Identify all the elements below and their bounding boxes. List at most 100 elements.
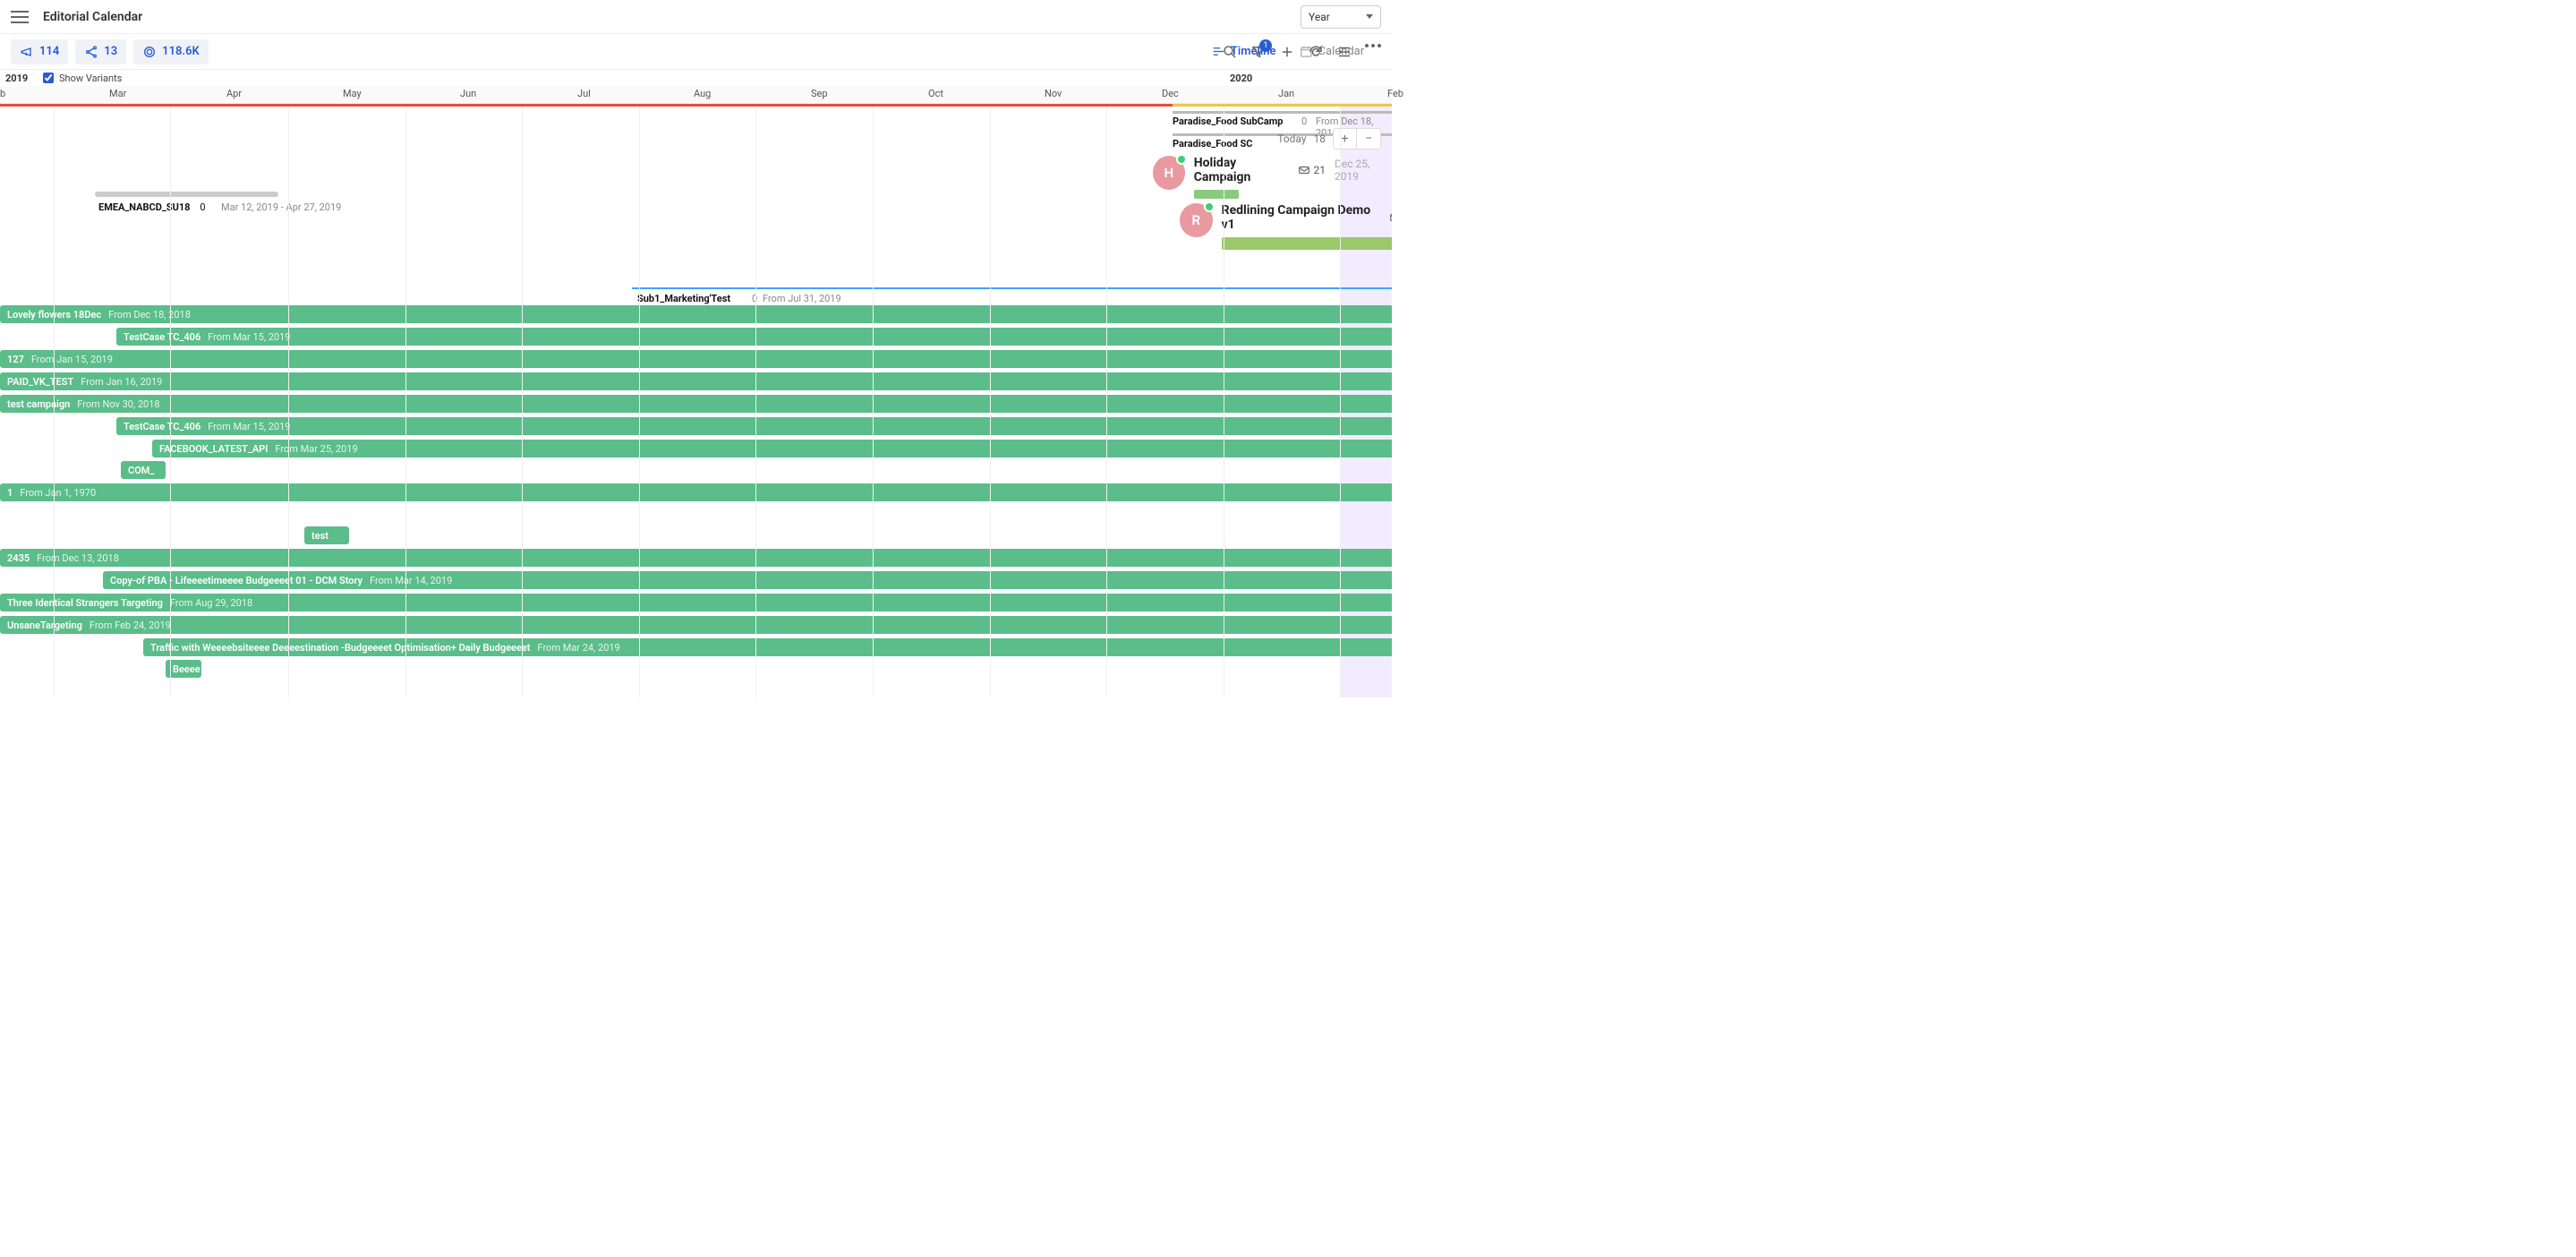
timeline-bar[interactable]: FACEBOOK_LATEST_APIFrom Mar 25, 2019 [152, 440, 1392, 457]
bar-date: From Dec 18, 2018 [108, 309, 191, 321]
grid-line [990, 107, 991, 697]
timeline-bar[interactable]: PAID_VK_TEST From Jan 16, 2019 [0, 372, 1392, 390]
avatar-holiday: H [1153, 156, 1185, 190]
timeline-bar[interactable]: UnsaneTargeting From Feb 24, 2019 [0, 616, 1392, 634]
today-day: 18 [1314, 133, 1326, 145]
more-button[interactable] [1365, 44, 1381, 60]
timeline-bar[interactable]: 1From Jan 1, 1970 [0, 483, 1392, 501]
bar-name: TestCase TC_406 [124, 331, 200, 343]
bar-sub1-range[interactable] [632, 287, 1392, 289]
today-hud: Today 18 + − [1277, 128, 1381, 150]
megaphone-icon [20, 45, 34, 59]
zoom-in-button[interactable]: + [1334, 129, 1357, 149]
timeline-bar[interactable]: TestCase TC_406 From Mar 15, 2019 [116, 328, 1392, 346]
month-label: May [343, 88, 362, 99]
indent-icon [1336, 44, 1352, 60]
stat-reach[interactable]: 118.6K [133, 39, 209, 64]
filter-button[interactable]: 1 [1250, 44, 1267, 60]
year-label-2019: 2019 [0, 73, 28, 84]
indent-button[interactable] [1336, 44, 1352, 60]
tab-calendar[interactable]: Calendar [1289, 39, 1376, 64]
stat-sends[interactable]: 13 [75, 39, 126, 64]
presence-dot [1204, 201, 1215, 212]
year-label-2020: 2020 [1230, 73, 1252, 84]
card-holiday[interactable]: H Holiday Campaign 21 Dec 25, 2019 [1153, 156, 1392, 202]
today-label[interactable]: Today [1277, 133, 1306, 145]
timeline-bar[interactable]: Copy-of PBA - Lifeeeetimeeee Budgeeeet 0… [103, 571, 1392, 589]
view-range-value: Year [1309, 11, 1330, 23]
bar-date: From Feb 24, 2019 [90, 620, 171, 631]
bar-date: From Jan 16, 2019 [81, 376, 162, 388]
timeline-bar[interactable]: TestCase TC_406 From Mar 15, 2019 [116, 417, 1392, 435]
target-icon [142, 45, 157, 59]
refresh-button[interactable] [1308, 44, 1324, 60]
card-redlining[interactable]: R Redlining Campaign Demo v1 [1180, 203, 1392, 253]
card-title-redlining: Redlining Campaign Demo v1 [1222, 203, 1380, 232]
show-variants-toggle[interactable]: Show Variants [43, 73, 122, 84]
zoom-out-button[interactable]: − [1357, 129, 1380, 149]
timeline-canvas[interactable]: EMEA_NABCD_SU18 0 Mar 12, 2019 - Apr 27,… [0, 107, 1392, 697]
month-label: b [0, 88, 5, 99]
bar-name: PAID_VK_TEST [7, 376, 73, 388]
month-label: Feb [1387, 88, 1403, 99]
page-title: Editorial Calendar [43, 10, 142, 24]
timeline-bar[interactable]: Three Identical Strangers Targeting From … [0, 594, 1392, 611]
timeline-bar[interactable]: COM_ [121, 461, 166, 479]
label-sub1: Sub1_Marketing'Test [637, 293, 730, 304]
timeline-bar[interactable]: 127From Jan 15, 2019 [0, 350, 1392, 368]
bar-name: test [311, 530, 328, 542]
timeline-bar[interactable]: Beeee [166, 660, 201, 678]
bar-date: From Dec 13, 2018 [37, 552, 119, 564]
card-title-holiday: Holiday Campaign [1194, 156, 1289, 184]
month-label: Aug [694, 88, 711, 99]
grid-line [873, 107, 874, 697]
bar-name: test campaign [7, 398, 70, 410]
bar-name: Three Identical Strangers Targeting [7, 597, 163, 609]
envelope-count: 21 [1298, 164, 1326, 176]
timeline-bar[interactable]: Traffic with Weeeebsiteeee Deeeestinatio… [143, 638, 1392, 656]
search-icon [1222, 44, 1238, 60]
grid-line [288, 107, 289, 697]
view-range-select[interactable]: Year [1301, 5, 1381, 29]
bar-name: 1 [7, 487, 13, 499]
month-label: Dec [1162, 88, 1179, 99]
bar-name: FACEBOOK_LATEST_API [159, 443, 268, 455]
search-button[interactable] [1222, 44, 1238, 60]
bar-paradise1-range[interactable] [1173, 111, 1392, 114]
add-button[interactable] [1279, 44, 1295, 60]
grid-line [405, 107, 406, 697]
timeline-bar[interactable]: Lovely flowers 18DecFrom Dec 18, 2018 [0, 305, 1392, 323]
bar-date: From Jan 15, 2019 [31, 354, 113, 365]
envelope-icon [1298, 164, 1310, 176]
bar-date: From Mar 24, 2019 [538, 642, 620, 654]
bar-name: TestCase TC_406 [124, 421, 200, 432]
tab-timeline[interactable]: Timeline [1201, 39, 1287, 64]
timeline-bar[interactable]: test campaign From Nov 30, 2018 [0, 395, 1392, 413]
presence-dot [1176, 154, 1187, 165]
grid-line [54, 107, 55, 697]
stat-campaigns[interactable]: 114 [11, 39, 68, 64]
share-icon [84, 45, 98, 59]
bar-emea-range[interactable] [95, 192, 278, 197]
refresh-icon [1308, 44, 1324, 60]
grid-line [639, 107, 640, 697]
show-variants-checkbox[interactable] [43, 73, 54, 83]
timeline-bar[interactable]: 2435 From Dec 13, 2018 [0, 549, 1392, 567]
plus-icon [1279, 44, 1295, 60]
card-date-holiday: Dec 25, 2019 [1335, 158, 1392, 183]
label-emea: EMEA_NABCD_SU18 0 [98, 201, 206, 213]
bar-name: UnsaneTargeting [7, 620, 82, 631]
grid-line [1106, 107, 1107, 697]
bar-name: 2435 [7, 552, 30, 564]
label-paradise1: Paradise_Food SubCamp [1173, 115, 1283, 127]
bar-date: From Mar 15, 2019 [208, 421, 290, 432]
bar-date: From Nov 30, 2018 [77, 398, 159, 410]
month-label: Jul [577, 88, 591, 99]
grid-line [755, 107, 756, 697]
timeline-bar[interactable]: test [304, 526, 349, 544]
bar-date: From Aug 29, 2018 [170, 597, 252, 609]
menu-button[interactable] [11, 11, 29, 23]
bar-date: From Mar 15, 2019 [208, 331, 290, 343]
chip-redlining [1222, 237, 1392, 250]
month-label: Jan [1278, 88, 1294, 99]
